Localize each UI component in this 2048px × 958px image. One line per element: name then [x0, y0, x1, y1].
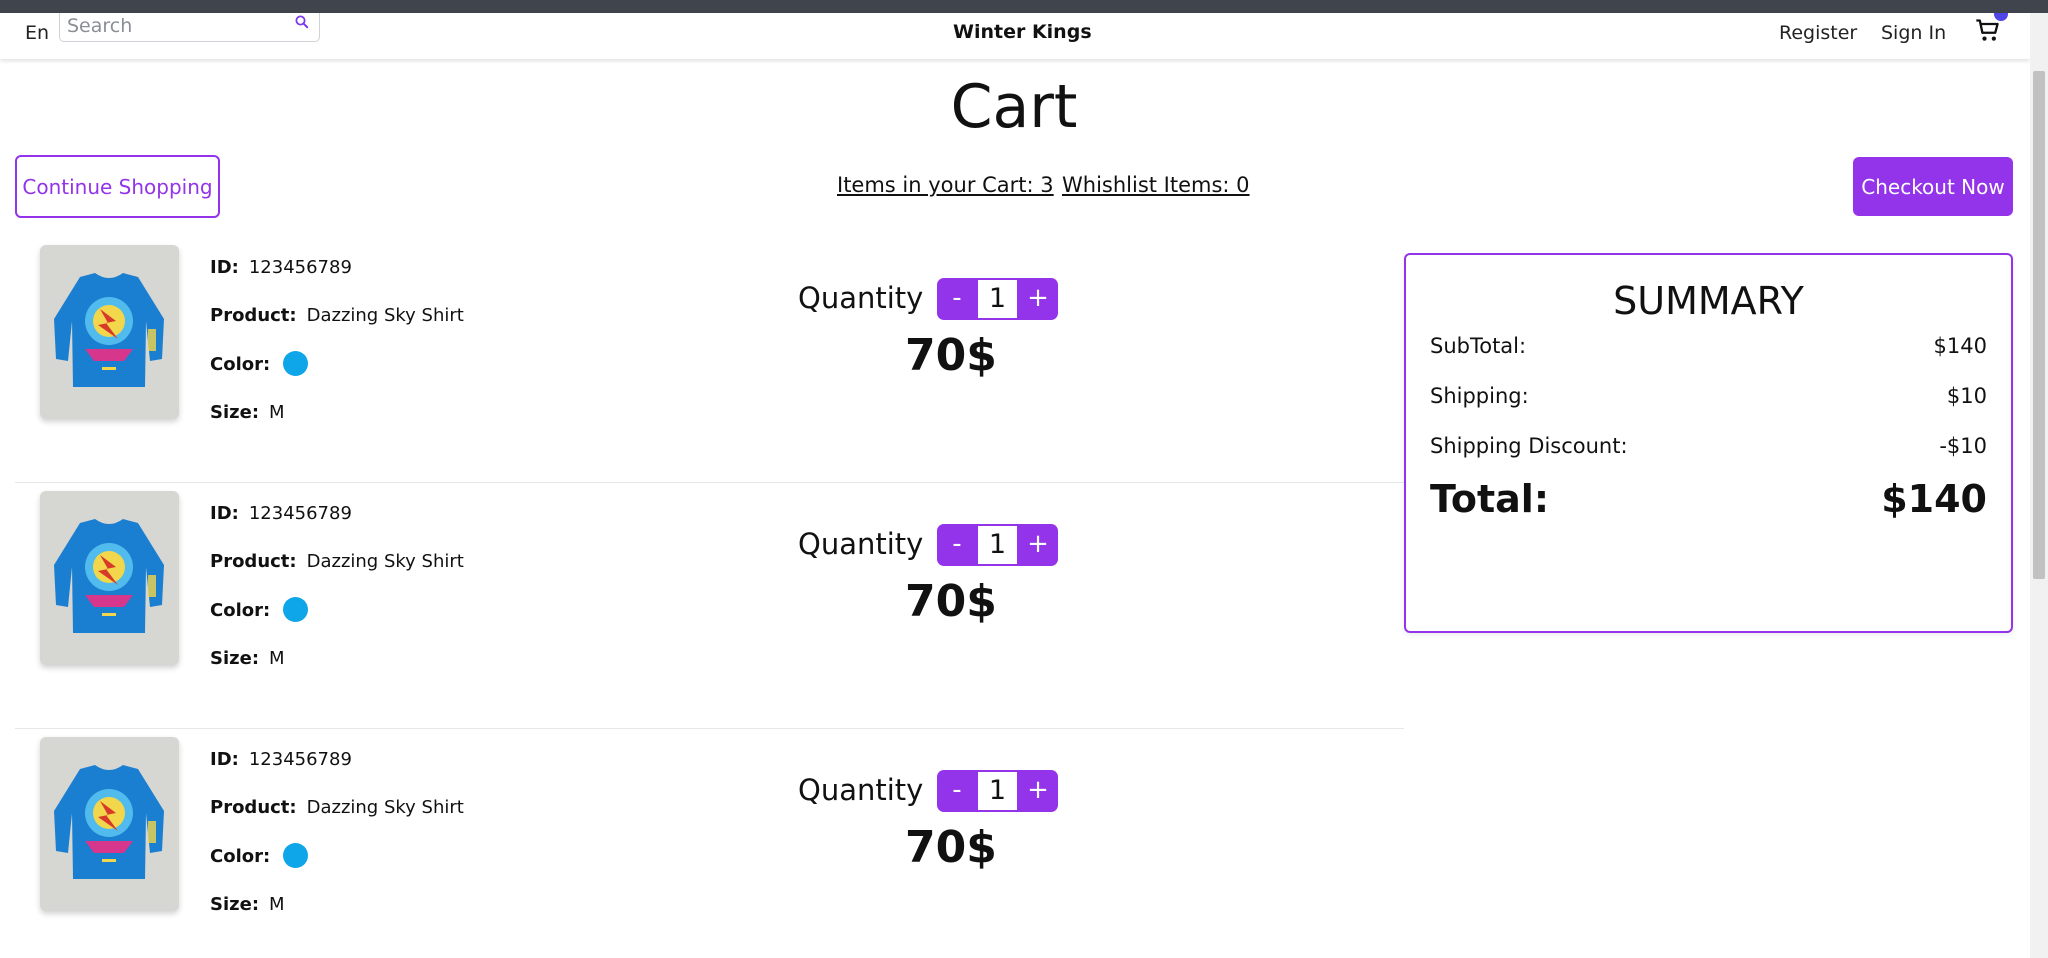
- language-selector[interactable]: En: [25, 22, 49, 44]
- cart-item: ID: 123456789 Product: Dazzing Sky Shirt C…: [15, 237, 1404, 483]
- search-box: [59, 13, 320, 42]
- product-image[interactable]: [40, 245, 179, 419]
- shipping-discount-value: -$10: [1939, 434, 1987, 458]
- search-icon[interactable]: [293, 13, 311, 31]
- total-value: $140: [1881, 477, 1987, 521]
- quantity-stepper: - 1 +: [937, 770, 1058, 812]
- product-image[interactable]: [40, 491, 179, 665]
- color-swatch: [283, 843, 308, 868]
- sign-in-link[interactable]: Sign In: [1881, 22, 1946, 44]
- quantity-stepper: - 1 +: [937, 524, 1058, 566]
- checkout-now-button[interactable]: Checkout Now: [1853, 157, 2013, 216]
- summary-title: SUMMARY: [1613, 279, 1804, 323]
- item-product: Product: Dazzing Sky Shirt: [210, 551, 464, 572]
- size-label: Size:: [210, 894, 260, 915]
- size-value: M: [269, 402, 285, 423]
- subtotal-label: SubTotal:: [1430, 334, 1527, 358]
- item-product: Product: Dazzing Sky Shirt: [210, 797, 464, 818]
- register-link[interactable]: Register: [1779, 22, 1857, 44]
- product-label: Product:: [210, 797, 297, 818]
- total-row: Total: $140: [1430, 477, 1987, 521]
- item-size: Size: M: [210, 402, 285, 423]
- id-value: 123456789: [248, 749, 352, 770]
- increase-quantity-button[interactable]: +: [1018, 770, 1058, 812]
- cart-items-count-link[interactable]: Items in your Cart: 3: [837, 173, 1054, 197]
- brand-logo[interactable]: Winter Kings: [953, 21, 1092, 43]
- item-id: ID: 123456789: [210, 749, 352, 770]
- page-scrollbar[interactable]: [2030, 13, 2048, 958]
- shipping-row: Shipping: $10: [1430, 384, 1987, 408]
- item-color: Color:: [210, 600, 280, 621]
- quantity-value[interactable]: 1: [978, 280, 1017, 318]
- item-price: 70$: [905, 576, 997, 627]
- shipping-discount-row: Shipping Discount: -$10: [1430, 434, 1987, 458]
- item-id: ID: 123456789: [210, 257, 352, 278]
- item-size: Size: M: [210, 648, 285, 669]
- continue-shopping-button[interactable]: Continue Shopping: [15, 155, 220, 218]
- order-summary-panel: SUMMARY SubTotal: $140 Shipping: $10 Shi…: [1404, 253, 2013, 633]
- decrease-quantity-button[interactable]: -: [937, 524, 977, 566]
- color-label: Color:: [210, 600, 271, 621]
- quantity-label: Quantity: [798, 281, 924, 315]
- item-id: ID: 123456789: [210, 503, 352, 524]
- color-swatch: [283, 351, 308, 376]
- size-label: Size:: [210, 648, 260, 669]
- product-label: Product:: [210, 305, 297, 326]
- wishlist-items-link[interactable]: Whishlist Items: 0: [1062, 173, 1250, 197]
- item-color: Color:: [210, 846, 280, 867]
- quantity-stepper: - 1 +: [937, 278, 1058, 320]
- subtotal-value: $140: [1933, 334, 1987, 358]
- product-image[interactable]: [40, 737, 179, 911]
- cart-item: ID: 123456789 Product: Dazzing Sky Shirt C…: [15, 483, 1404, 729]
- size-label: Size:: [210, 402, 260, 423]
- id-value: 123456789: [248, 503, 352, 524]
- page-title: Cart: [950, 72, 1078, 142]
- item-color: Color:: [210, 354, 280, 375]
- increase-quantity-button[interactable]: +: [1018, 278, 1058, 320]
- search-input[interactable]: [60, 13, 270, 39]
- item-price: 70$: [905, 822, 997, 873]
- size-value: M: [269, 648, 285, 669]
- shipping-discount-label: Shipping Discount:: [1430, 434, 1628, 458]
- color-label: Color:: [210, 354, 271, 375]
- browser-top-strip: [0, 0, 2048, 13]
- quantity-label: Quantity: [798, 773, 924, 807]
- cart-item: ID: 123456789 Product: Dazzing Sky Shirt C…: [15, 729, 1404, 958]
- subtotal-row: SubTotal: $140: [1430, 334, 1987, 358]
- scrollbar-thumb[interactable]: [2033, 71, 2045, 579]
- total-label: Total:: [1430, 477, 1550, 521]
- decrease-quantity-button[interactable]: -: [937, 278, 977, 320]
- decrease-quantity-button[interactable]: -: [937, 770, 977, 812]
- product-label: Product:: [210, 551, 297, 572]
- cart-badge: [1994, 13, 2008, 21]
- id-value: 123456789: [248, 257, 352, 278]
- id-label: ID:: [210, 749, 239, 770]
- item-size: Size: M: [210, 894, 285, 915]
- product-name: Dazzing Sky Shirt: [306, 797, 464, 818]
- id-label: ID:: [210, 503, 239, 524]
- navbar: En Winter Kings Register Sign In: [0, 13, 2030, 59]
- shopping-cart-icon[interactable]: [1974, 17, 2002, 45]
- quantity-value[interactable]: 1: [978, 772, 1017, 810]
- quantity-label: Quantity: [798, 527, 924, 561]
- quantity-value[interactable]: 1: [978, 526, 1017, 564]
- product-name: Dazzing Sky Shirt: [306, 551, 464, 572]
- color-label: Color:: [210, 846, 271, 867]
- product-name: Dazzing Sky Shirt: [306, 305, 464, 326]
- id-label: ID:: [210, 257, 239, 278]
- increase-quantity-button[interactable]: +: [1018, 524, 1058, 566]
- color-swatch: [283, 597, 308, 622]
- shipping-label: Shipping:: [1430, 384, 1529, 408]
- size-value: M: [269, 894, 285, 915]
- item-product: Product: Dazzing Sky Shirt: [210, 305, 464, 326]
- item-price: 70$: [905, 330, 997, 381]
- shipping-value: $10: [1946, 384, 1987, 408]
